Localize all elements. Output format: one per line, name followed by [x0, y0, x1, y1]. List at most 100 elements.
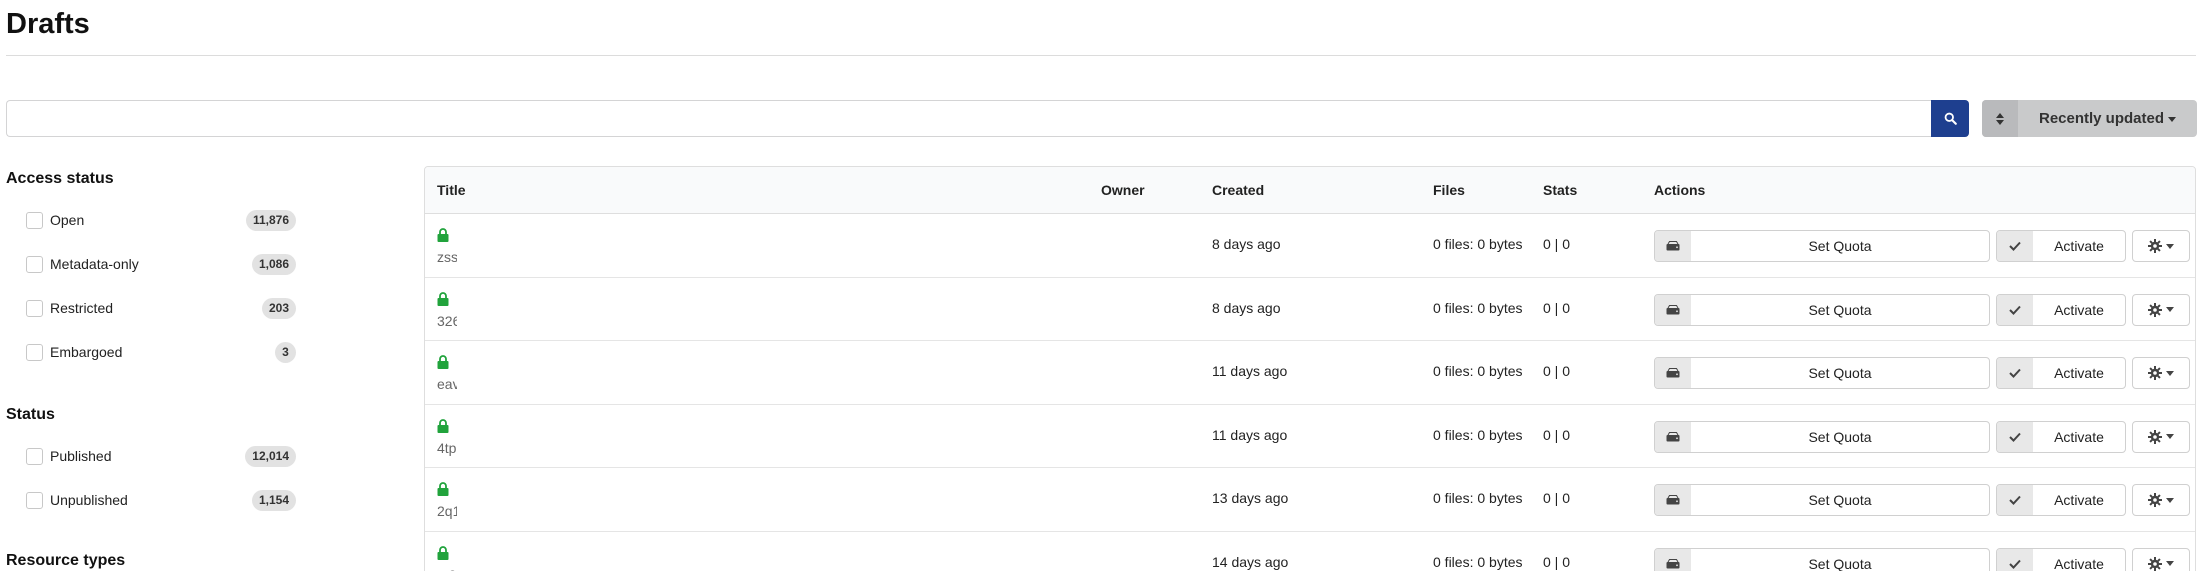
record-title-link[interactable]: zss [437, 249, 457, 265]
table-row: m0 14 days ago 0 files: 0 bytes 0 | 0 Se… [425, 532, 2195, 571]
stats-cell: 0 | 0 [1543, 490, 1570, 506]
column-header-created[interactable]: Created [1212, 182, 1264, 198]
gear-icon [2148, 239, 2162, 253]
stats-cell: 0 | 0 [1543, 363, 1570, 379]
lock-icon [437, 418, 449, 433]
sort-icon [1996, 112, 2004, 125]
column-header-stats[interactable]: Stats [1543, 182, 1577, 198]
results-table: Title Owner Created Files Stats Actions … [424, 166, 2196, 571]
row-menu-button[interactable] [2132, 420, 2190, 453]
facet-status: Status Published 12,014 Unpublished 1,15… [6, 406, 296, 522]
column-header-files[interactable]: Files [1433, 182, 1465, 198]
caret-down-icon [2168, 116, 2177, 122]
column-header-owner[interactable]: Owner [1101, 182, 1145, 198]
set-quota-button[interactable]: Set Quota [1654, 230, 1990, 262]
sort-order-button[interactable] [1982, 100, 2018, 137]
lock-icon [437, 545, 449, 560]
facet-item-unpublished[interactable]: Unpublished 1,154 [6, 478, 296, 522]
activate-label: Activate [2054, 428, 2104, 445]
row-menu-button[interactable] [2132, 230, 2190, 262]
checkbox[interactable] [26, 343, 43, 361]
table-row: 4tp 11 days ago 0 files: 0 bytes 0 | 0 S… [425, 405, 2195, 468]
facet-count: 1,086 [251, 253, 296, 275]
stats-cell: 0 | 0 [1543, 299, 1570, 316]
created-cell: 14 days ago [1212, 553, 1289, 570]
sort-dropdown[interactable]: Recently updated [1982, 100, 2197, 137]
checkbox[interactable] [26, 299, 43, 317]
activate-button[interactable]: Activate [1996, 547, 2126, 571]
activate-button[interactable]: Activate [1996, 420, 2126, 453]
search-button[interactable] [1931, 100, 1969, 137]
facet-heading-resource-types: Resource types [6, 552, 126, 569]
activate-button[interactable]: Activate [1996, 484, 2126, 516]
checkbox[interactable] [26, 491, 43, 509]
hdd-icon [1655, 421, 1691, 452]
record-title-link[interactable]: 2q1 [437, 503, 457, 519]
facet-label: Metadata-only [50, 256, 139, 272]
facet-count: 203 [261, 297, 296, 319]
lock-icon [437, 291, 449, 306]
record-title-link[interactable]: m0 [437, 567, 457, 571]
facet-item-embargoed[interactable]: Embargoed 3 [6, 330, 296, 374]
page-title: Drafts [6, 8, 90, 40]
activate-button[interactable]: Activate [1996, 230, 2126, 262]
search-icon [1944, 112, 1957, 125]
caret-down-icon [2166, 497, 2174, 503]
facet-count: 11,876 [245, 209, 296, 231]
set-quota-label: Set Quota [1808, 428, 1872, 445]
facet-item-open[interactable]: Open 11,876 [6, 198, 296, 242]
table-header: Title Owner Created Files Stats Actions [425, 167, 2195, 214]
row-menu-button[interactable] [2132, 293, 2190, 326]
hdd-icon [1655, 358, 1691, 388]
check-icon [1997, 421, 2033, 452]
gear-icon [2148, 493, 2162, 507]
set-quota-label: Set Quota [1808, 301, 1872, 318]
gear-icon [2148, 556, 2162, 571]
facet-label: Open [50, 212, 85, 228]
files-cell: 0 files: 0 bytes [1433, 299, 1523, 316]
set-quota-button[interactable]: Set Quota [1654, 357, 1990, 389]
activate-button[interactable]: Activate [1996, 357, 2126, 389]
lock-icon [437, 355, 449, 369]
activate-label: Activate [2054, 238, 2104, 254]
column-header-actions: Actions [1654, 182, 1706, 198]
checkbox[interactable] [26, 447, 43, 465]
record-title-link[interactable]: 326 [437, 313, 457, 329]
facet-item-published[interactable]: Published 12,014 [6, 434, 296, 478]
hdd-icon [1655, 294, 1691, 325]
set-quota-button[interactable]: Set Quota [1654, 484, 1990, 516]
checkbox[interactable] [26, 255, 43, 273]
row-menu-button[interactable] [2132, 547, 2190, 571]
gear-icon [2148, 366, 2162, 380]
record-title-link[interactable]: 4tp [437, 440, 457, 456]
set-quota-button[interactable]: Set Quota [1654, 420, 1990, 453]
activate-button[interactable]: Activate [1996, 293, 2126, 326]
set-quota-button[interactable]: Set Quota [1654, 547, 1990, 571]
set-quota-label: Set Quota [1808, 365, 1872, 381]
created-cell: 13 days ago [1212, 490, 1289, 506]
search-input[interactable] [6, 100, 1931, 137]
record-title-link[interactable]: eav [437, 376, 457, 392]
hdd-icon [1655, 548, 1691, 571]
facet-label: Unpublished [50, 492, 128, 508]
row-menu-button[interactable] [2132, 357, 2190, 389]
check-icon [1997, 548, 2033, 571]
facet-item-metadata-only[interactable]: Metadata-only 1,086 [6, 242, 296, 286]
created-cell: 8 days ago [1212, 236, 1281, 252]
created-cell: 8 days ago [1212, 299, 1281, 316]
facet-item-restricted[interactable]: Restricted 203 [6, 286, 296, 330]
activate-label: Activate [2054, 365, 2104, 381]
checkbox[interactable] [26, 211, 43, 229]
caret-down-icon [2166, 307, 2174, 312]
row-menu-button[interactable] [2132, 484, 2190, 516]
set-quota-label: Set Quota [1808, 238, 1872, 254]
files-cell: 0 files: 0 bytes [1433, 490, 1523, 506]
lock-icon [437, 228, 449, 242]
gear-icon [2148, 302, 2162, 317]
sort-label: Recently updated [2018, 110, 2197, 127]
hdd-icon [1655, 485, 1691, 515]
set-quota-button[interactable]: Set Quota [1654, 293, 1990, 326]
column-header-title[interactable]: Title [437, 182, 466, 198]
table-row: eav 11 days ago 0 files: 0 bytes 0 | 0 S… [425, 341, 2195, 405]
files-cell: 0 files: 0 bytes [1433, 553, 1523, 570]
